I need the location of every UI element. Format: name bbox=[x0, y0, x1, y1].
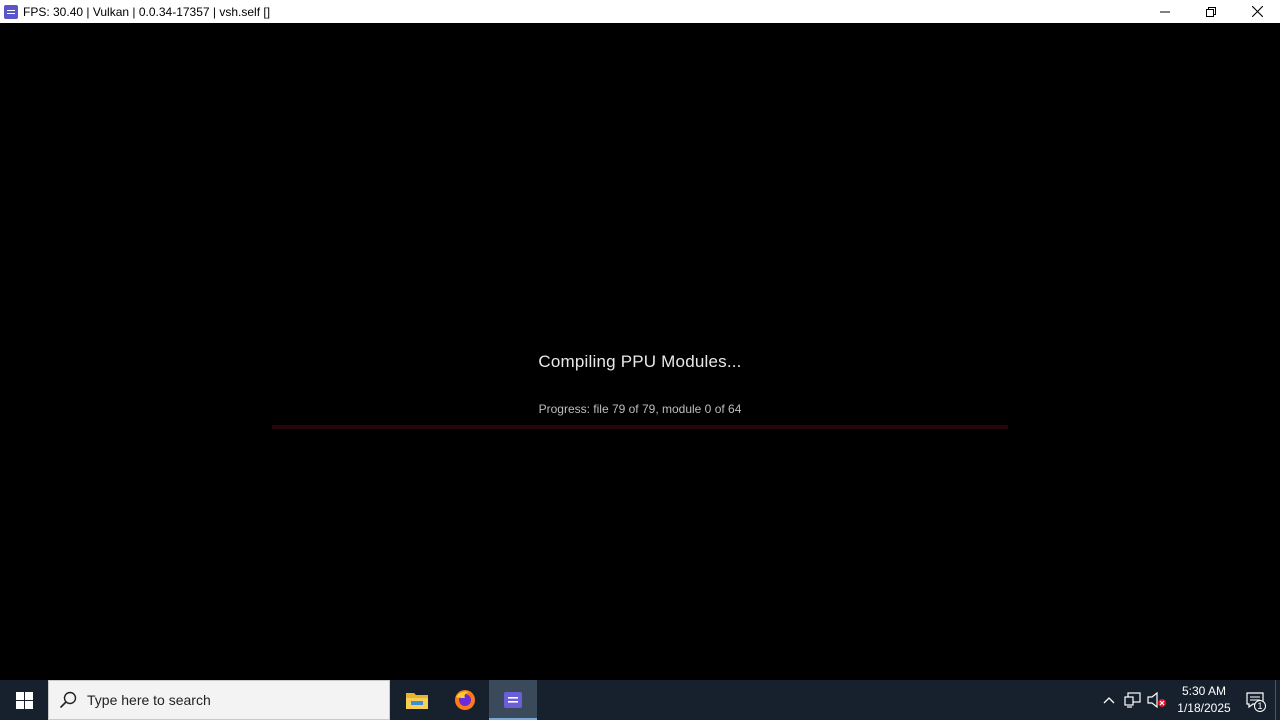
firefox-icon bbox=[455, 690, 475, 710]
search-input[interactable] bbox=[87, 685, 367, 715]
taskbar-app-firefox[interactable] bbox=[441, 680, 489, 720]
search-icon bbox=[49, 691, 87, 709]
taskbar-search[interactable] bbox=[48, 680, 390, 720]
taskbar-app-rpcs3[interactable] bbox=[489, 680, 537, 720]
file-explorer-icon bbox=[406, 693, 428, 709]
system-tray: 5:30 AM 1/18/2025 1 bbox=[1097, 680, 1280, 720]
network-icon bbox=[1124, 692, 1141, 708]
notification-count-badge: 1 bbox=[1254, 700, 1266, 712]
close-icon bbox=[1251, 6, 1263, 17]
minimize-icon bbox=[1160, 11, 1170, 12]
rpcs3-app-icon[interactable] bbox=[4, 4, 18, 19]
action-center-button[interactable]: 1 bbox=[1235, 680, 1275, 720]
start-button[interactable] bbox=[0, 680, 48, 720]
show-desktop-button[interactable] bbox=[1275, 680, 1280, 720]
restore-icon bbox=[1206, 6, 1216, 17]
rpcs3-icon bbox=[504, 692, 522, 708]
volume-muted-icon bbox=[1147, 692, 1166, 708]
taskbar-app-file-explorer[interactable] bbox=[393, 680, 441, 720]
window-controls bbox=[1142, 0, 1280, 23]
windows-logo-icon bbox=[15, 691, 33, 709]
compile-heading: Compiling PPU Modules... bbox=[538, 352, 742, 371]
network-button[interactable] bbox=[1121, 680, 1145, 720]
emulator-viewport: Compiling PPU Modules... Progress: file … bbox=[0, 23, 1280, 680]
volume-button[interactable] bbox=[1145, 680, 1169, 720]
clock-date: 1/18/2025 bbox=[1177, 701, 1231, 715]
progress-bar bbox=[272, 425, 1008, 429]
close-button[interactable] bbox=[1234, 0, 1280, 23]
taskbar: 5:30 AM 1/18/2025 1 bbox=[0, 680, 1280, 720]
taskbar-clock[interactable]: 5:30 AM 1/18/2025 bbox=[1173, 683, 1235, 717]
restore-button[interactable] bbox=[1188, 0, 1234, 23]
clock-time: 5:30 AM bbox=[1181, 684, 1227, 698]
title-bar: FPS: 30.40 | Vulkan | 0.0.34-17357 | vsh… bbox=[0, 0, 1280, 23]
chevron-up-icon bbox=[1103, 697, 1115, 704]
compile-progress-text: Progress: file 79 of 79, module 0 of 64 bbox=[538, 402, 742, 416]
window-title: FPS: 30.40 | Vulkan | 0.0.34-17357 | vsh… bbox=[23, 4, 271, 19]
minimize-button[interactable] bbox=[1142, 0, 1188, 23]
show-hidden-icons-button[interactable] bbox=[1097, 680, 1121, 720]
